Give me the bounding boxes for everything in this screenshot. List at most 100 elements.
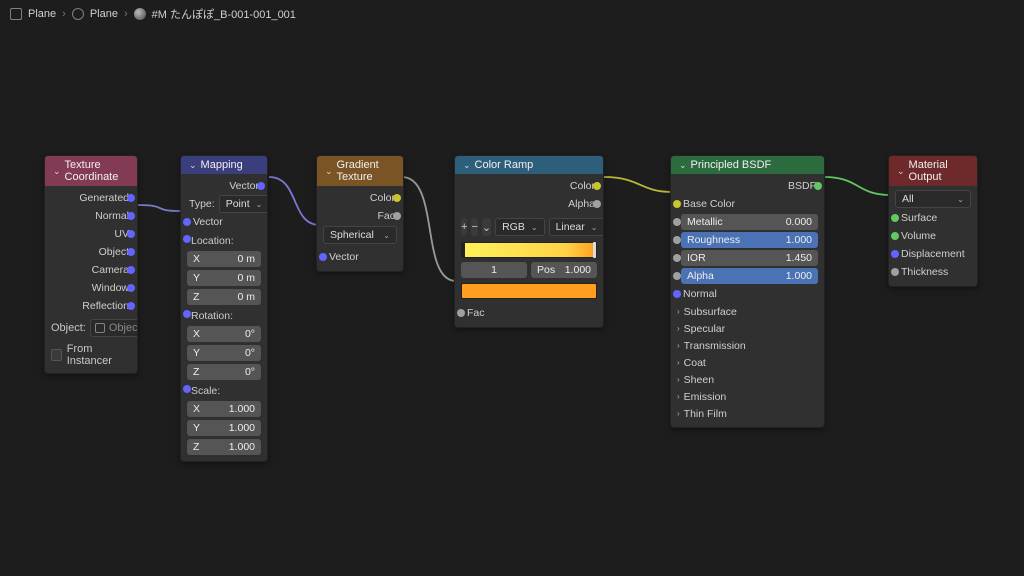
ramp-menu-button[interactable]: ⌄ <box>482 218 491 236</box>
node-header[interactable]: ⌄ Color Ramp <box>455 156 603 174</box>
rotation-z[interactable]: Z0° <box>187 364 261 380</box>
node-title: Gradient Texture <box>337 159 395 183</box>
node-header[interactable]: ⌄ Material Output <box>889 156 977 186</box>
socket-out[interactable] <box>127 302 135 310</box>
socket-in[interactable] <box>183 218 191 226</box>
socket-out[interactable] <box>127 266 135 274</box>
location-x[interactable]: X0 m <box>187 251 261 267</box>
metallic-field[interactable]: Metallic0.000 <box>681 214 818 230</box>
node-mapping[interactable]: ⌄ Mapping Vector Type: Point⌄ Vector Loc… <box>180 155 268 462</box>
scale-z[interactable]: Z1.000 <box>187 439 261 455</box>
alpha-field[interactable]: Alpha1.000 <box>681 268 818 284</box>
node-color-ramp[interactable]: ⌄ Color Ramp Color Alpha + − ⌄ RGB⌄ Line… <box>454 155 604 328</box>
ramp-pos-field[interactable]: Pos1.000 <box>531 262 597 278</box>
group-specular[interactable]: ›Specular <box>677 321 818 336</box>
socket-in[interactable] <box>891 214 899 222</box>
ramp-mode-dropdown[interactable]: RGB⌄ <box>495 218 544 236</box>
chevron-down-icon: ⌄ <box>957 195 964 204</box>
socket-in[interactable] <box>183 310 191 318</box>
socket-in[interactable] <box>319 253 327 261</box>
breadcrumb-item[interactable]: #M たんぽぽ_B-001-001_001 <box>152 6 296 22</box>
group-thin-film[interactable]: ›Thin Film <box>677 406 818 421</box>
socket-in[interactable] <box>673 200 681 208</box>
socket-out[interactable] <box>127 248 135 256</box>
checkbox-label: From Instancer <box>67 343 131 367</box>
scale-y[interactable]: Y1.000 <box>187 420 261 436</box>
from-instancer-checkbox[interactable]: From Instancer <box>51 343 131 367</box>
socket-label: Camera <box>92 264 129 276</box>
socket-in[interactable] <box>891 268 899 276</box>
socket-out[interactable] <box>393 194 401 202</box>
socket-in[interactable] <box>673 236 681 244</box>
ramp-remove-button[interactable]: − <box>471 218 477 236</box>
socket-out[interactable] <box>814 182 822 190</box>
node-title: Mapping <box>201 159 243 171</box>
node-header[interactable]: ⌄ Gradient Texture <box>317 156 403 186</box>
ior-field[interactable]: IOR1.450 <box>681 250 818 266</box>
node-header[interactable]: ⌄ Texture Coordinate <box>45 156 137 186</box>
node-title: Texture Coordinate <box>65 159 129 183</box>
color-ramp-gradient[interactable] <box>461 242 597 258</box>
shading-icon <box>134 8 146 20</box>
breadcrumb-item[interactable]: Plane <box>28 8 56 20</box>
socket-out[interactable] <box>127 194 135 202</box>
location-y[interactable]: Y0 m <box>187 270 261 286</box>
ramp-color-swatch[interactable] <box>461 283 597 299</box>
socket-in[interactable] <box>457 309 465 317</box>
chevron-down-icon: ⌄ <box>679 160 687 171</box>
node-title: Material Output <box>909 159 969 183</box>
ramp-interp-dropdown[interactable]: Linear⌄ <box>549 218 604 236</box>
group-sheen[interactable]: ›Sheen <box>677 372 818 387</box>
mesh-icon <box>10 8 22 20</box>
socket-out[interactable] <box>257 182 265 190</box>
socket-in[interactable] <box>183 385 191 393</box>
node-editor-canvas[interactable]: ⌄ Texture Coordinate Generated Normal UV… <box>0 24 1024 576</box>
socket-in[interactable] <box>891 250 899 258</box>
rotation-x[interactable]: X0° <box>187 326 261 342</box>
object-picker[interactable]: Object <box>90 319 138 337</box>
socket-out[interactable] <box>593 182 601 190</box>
group-emission[interactable]: ›Emission <box>677 389 818 404</box>
chevron-right-icon: › <box>62 8 66 20</box>
socket-in[interactable] <box>891 232 899 240</box>
socket-in[interactable] <box>673 254 681 262</box>
socket-out[interactable] <box>393 212 401 220</box>
object-label: Object: <box>51 322 86 334</box>
socket-out[interactable] <box>127 284 135 292</box>
material-icon <box>72 8 84 20</box>
node-material-output[interactable]: ⌄ Material Output All⌄ Surface Volume Di… <box>888 155 978 287</box>
breadcrumb-item[interactable]: Plane <box>90 8 118 20</box>
location-z[interactable]: Z0 m <box>187 289 261 305</box>
socket-label: Window <box>92 282 129 294</box>
group-subsurface[interactable]: ›Subsurface <box>677 304 818 319</box>
node-principled-bsdf[interactable]: ⌄ Principled BSDF BSDF Base Color Metall… <box>670 155 825 428</box>
group-coat[interactable]: ›Coat <box>677 355 818 370</box>
socket-in[interactable] <box>673 272 681 280</box>
socket-out[interactable] <box>127 230 135 238</box>
rotation-y[interactable]: Y0° <box>187 345 261 361</box>
chevron-right-icon: › <box>677 375 680 384</box>
socket-in[interactable] <box>673 218 681 226</box>
chevron-right-icon: › <box>677 307 680 316</box>
socket-in[interactable] <box>673 290 681 298</box>
ramp-index-field[interactable]: 1 <box>461 262 527 278</box>
gradient-type-dropdown[interactable]: Spherical⌄ <box>323 226 397 244</box>
group-transmission[interactable]: ›Transmission <box>677 338 818 353</box>
socket-out[interactable] <box>593 200 601 208</box>
chevron-right-icon: › <box>677 358 680 367</box>
node-texture-coordinate[interactable]: ⌄ Texture Coordinate Generated Normal UV… <box>44 155 138 374</box>
scale-x[interactable]: X1.000 <box>187 401 261 417</box>
socket-out[interactable] <box>127 212 135 220</box>
ramp-stop[interactable] <box>462 242 465 258</box>
node-header[interactable]: ⌄ Principled BSDF <box>671 156 824 174</box>
node-gradient-texture[interactable]: ⌄ Gradient Texture Color Fac Spherical⌄ … <box>316 155 404 272</box>
node-header[interactable]: ⌄ Mapping <box>181 156 267 174</box>
socket-label: Surface <box>901 212 937 224</box>
ramp-stop[interactable] <box>593 242 596 258</box>
type-dropdown[interactable]: Point⌄ <box>219 195 268 213</box>
ramp-add-button[interactable]: + <box>461 218 467 236</box>
roughness-field[interactable]: Roughness1.000 <box>681 232 818 248</box>
output-target-dropdown[interactable]: All⌄ <box>895 190 971 208</box>
chevron-down-icon: ⌄ <box>325 166 333 177</box>
socket-in[interactable] <box>183 235 191 243</box>
